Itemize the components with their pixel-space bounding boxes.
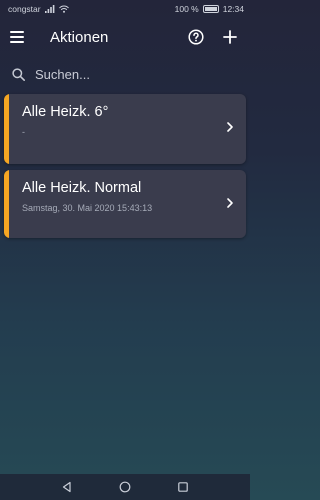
carrier-name: congstar [8,4,41,14]
status-bar-left: congstar [8,4,69,14]
search-icon [12,67,25,81]
action-accent-bar [4,170,9,238]
help-circle-icon[interactable] [184,25,208,49]
page-title: Aktionen [50,28,109,46]
search-bar [0,56,250,92]
status-bar: congstar 100 % 12:34 [0,0,250,18]
status-bar-right: 100 % 12:34 [175,4,244,14]
battery-icon [202,5,219,13]
recents-square-icon[interactable] [175,479,191,495]
wifi-icon [58,5,69,13]
action-subtitle: Samstag, 30. Mai 2020 15:43:13 [22,203,153,213]
action-subtitle: - [22,127,25,137]
action-name: Alle Heizk. 6° [22,104,109,120]
system-navigation-bar [0,474,250,500]
chevron-right-icon [227,198,233,208]
action-accent-bar [4,94,9,164]
signal-icon [44,5,55,13]
hamburger-menu-icon[interactable] [10,27,30,47]
action-name: Alle Heizk. Normal [22,180,142,196]
home-circle-icon[interactable] [117,479,133,495]
plus-icon[interactable] [218,25,242,49]
action-item[interactable]: Alle Heizk. 6° - [4,94,246,164]
search-input[interactable] [35,66,225,82]
back-triangle-icon[interactable] [59,479,75,495]
chevron-right-icon [227,122,233,132]
app-bar: Aktionen [0,18,250,56]
action-item[interactable]: Alle Heizk. Normal Samstag, 30. Mai 2020… [4,170,246,238]
clock: 12:34 [222,4,244,14]
battery-percent: 100 % [174,4,199,14]
